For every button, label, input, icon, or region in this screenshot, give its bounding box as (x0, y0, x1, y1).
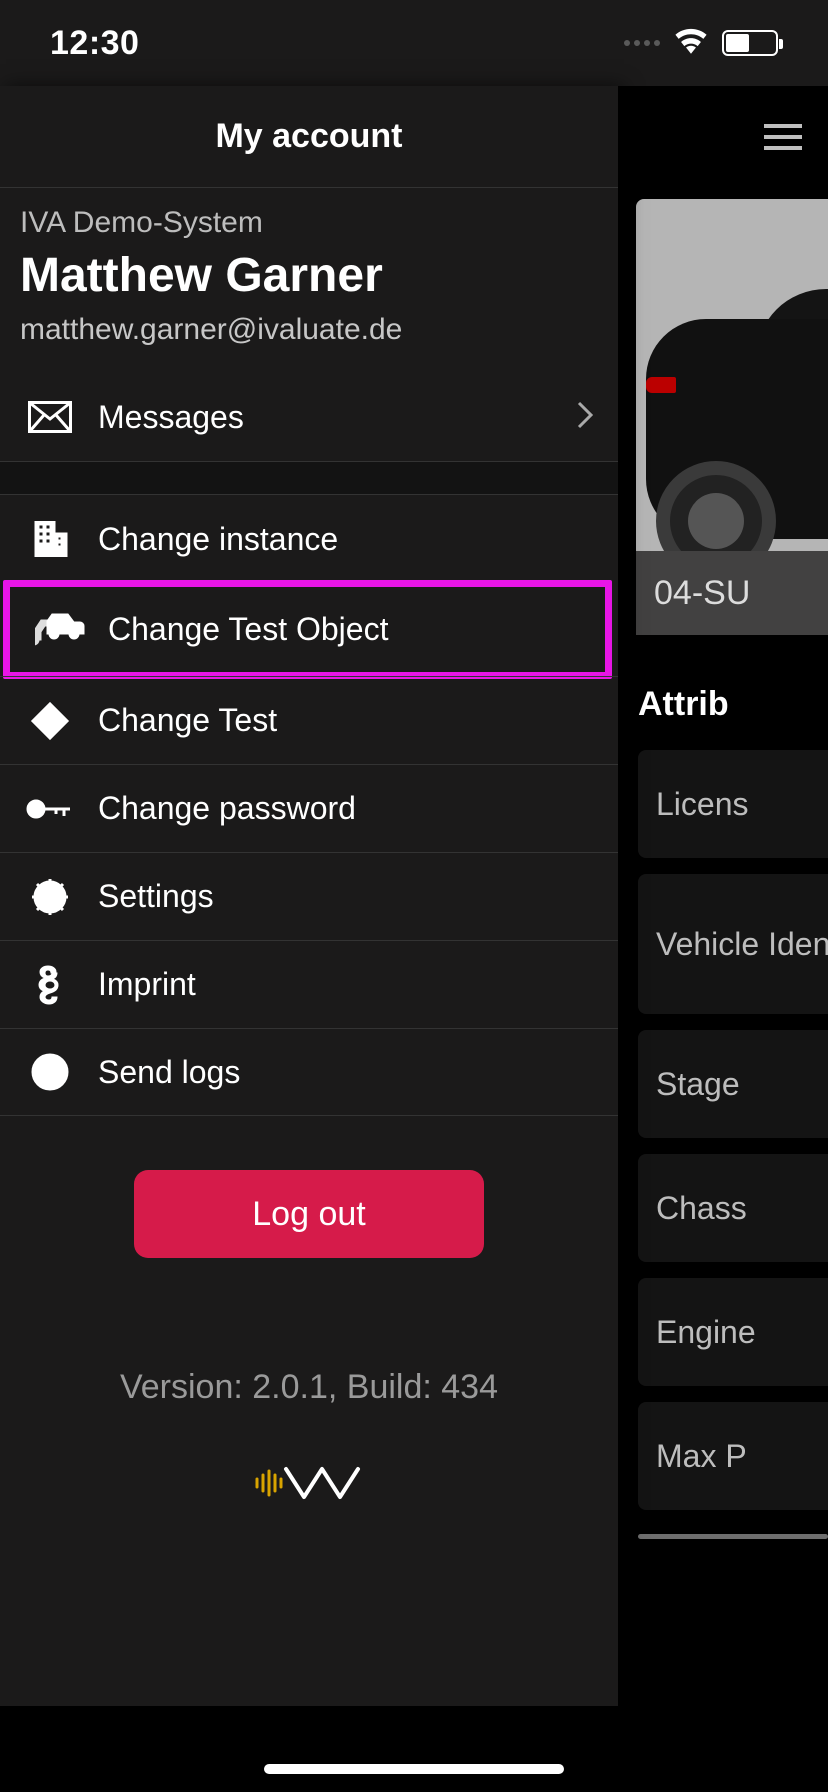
attribute-row[interactable]: Stage (638, 1030, 828, 1138)
home-indicator (264, 1764, 564, 1774)
vehicle-card-label: 04-SU (636, 551, 828, 635)
section-sign-icon (20, 965, 80, 1005)
menu-item-label: Settings (80, 878, 594, 915)
brand-logo (0, 1461, 618, 1505)
status-bar: 12:30 (0, 0, 828, 86)
version-label: Version: 2.0.1, Build: 434 (0, 1368, 618, 1407)
menu-item-label: Change Test Object (90, 611, 581, 648)
attributes-heading: Attrib (638, 685, 828, 724)
settings-row[interactable]: Settings (0, 852, 618, 940)
page-title: My account (0, 86, 618, 187)
route-sign-icon (20, 701, 80, 741)
change-test-row[interactable]: Change Test (0, 676, 618, 764)
section-divider (0, 461, 618, 495)
change-instance-row[interactable]: Change instance (0, 495, 618, 583)
user-email: matthew.garner@ivaluate.de (20, 313, 618, 347)
chevron-right-icon (576, 400, 594, 435)
vehicle-image (636, 199, 828, 551)
key-icon (20, 797, 80, 821)
attribute-row[interactable]: Vehicle Identification Number (638, 874, 828, 1014)
account-panel: My account IVA Demo-System Matthew Garne… (0, 86, 618, 1706)
change-test-object-row[interactable]: Change Test Object (10, 587, 605, 672)
messages-label: Messages (80, 399, 576, 436)
menu-item-label: Change Test (80, 702, 594, 739)
info-icon (20, 1052, 80, 1092)
system-name: IVA Demo-System (20, 206, 618, 240)
gear-icon (20, 877, 80, 917)
menu-item-label: Change password (80, 790, 594, 827)
menu-item-label: Send logs (80, 1054, 594, 1091)
logout-button[interactable]: Log out (134, 1170, 484, 1258)
battery-icon (722, 30, 778, 56)
send-logs-row[interactable]: Send logs (0, 1028, 618, 1116)
status-time: 12:30 (50, 24, 139, 63)
attribute-row[interactable]: Max P (638, 1402, 828, 1510)
user-info: IVA Demo-System Matthew Garner matthew.g… (0, 188, 618, 373)
change-password-row[interactable]: Change password (0, 764, 618, 852)
menu-item-label: Change instance (80, 521, 594, 558)
messages-row[interactable]: Messages (0, 373, 618, 461)
wifi-icon (674, 28, 708, 59)
hamburger-menu-icon[interactable] (764, 124, 802, 150)
cars-icon (30, 613, 90, 647)
user-name: Matthew Garner (20, 248, 618, 303)
attribute-row[interactable]: Engine (638, 1278, 828, 1386)
attribute-row[interactable]: Licens (638, 750, 828, 858)
background-content: 04-SU Attrib Licens Vehicle Identificati… (618, 86, 828, 1706)
attribute-row[interactable]: Chass (638, 1154, 828, 1262)
envelope-icon (20, 401, 80, 433)
highlight-frame: Change Test Object (3, 580, 612, 679)
status-indicators (624, 28, 778, 59)
imprint-row[interactable]: Imprint (0, 940, 618, 1028)
cellular-dots-icon (624, 40, 660, 46)
building-icon (20, 521, 80, 557)
menu-item-label: Imprint (80, 966, 594, 1003)
vehicle-card[interactable]: 04-SU (636, 199, 828, 635)
scroll-indicator (638, 1534, 828, 1539)
